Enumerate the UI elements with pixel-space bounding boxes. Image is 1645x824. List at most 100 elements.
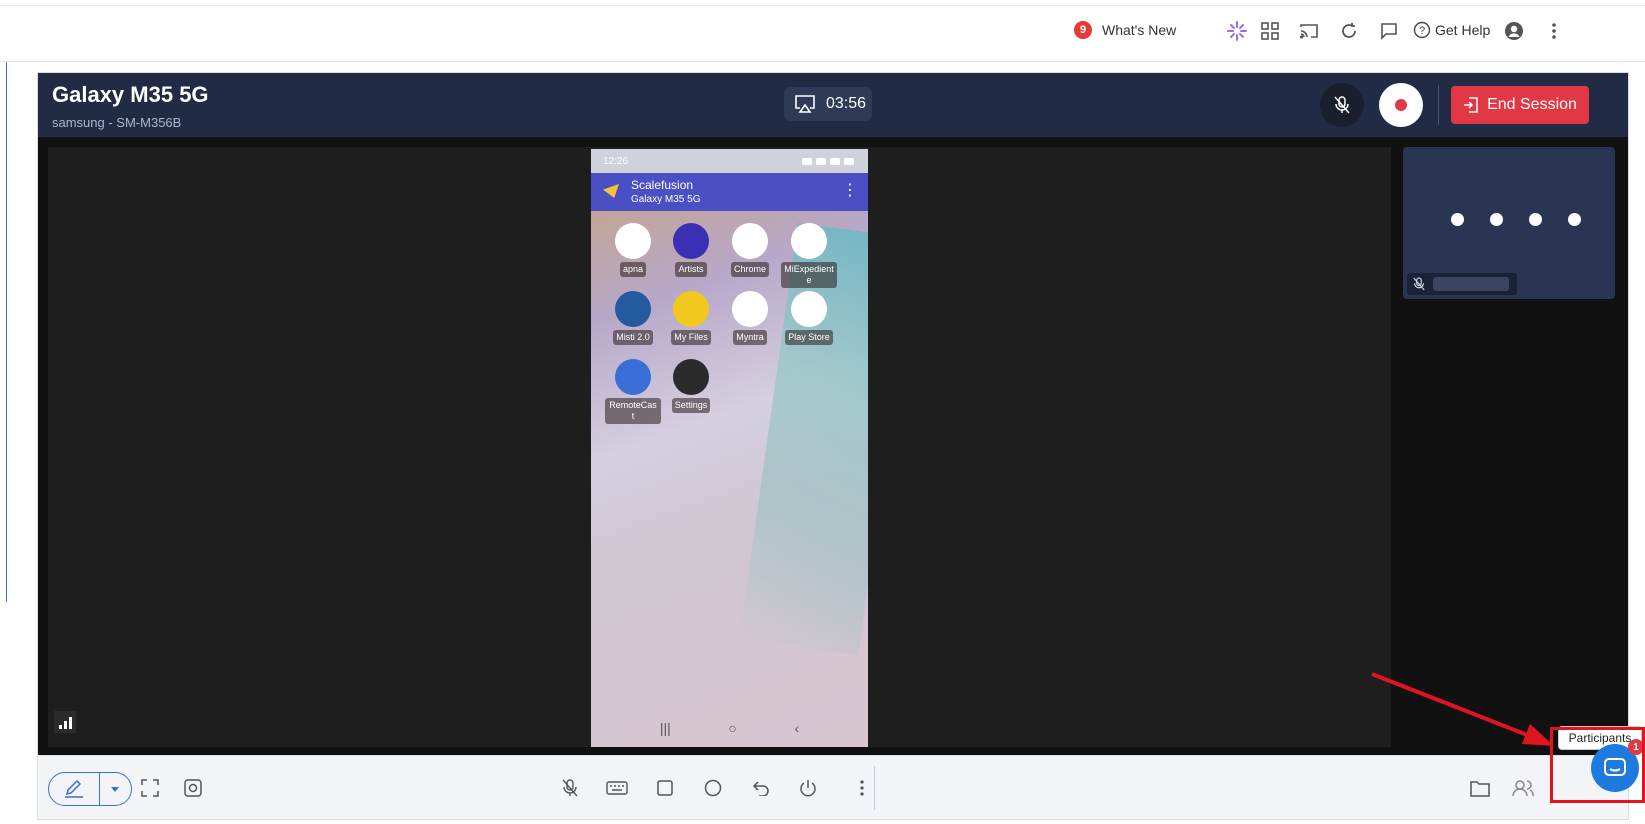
pen-icon (64, 780, 83, 798)
app-icon-settings[interactable]: Settings (663, 359, 719, 413)
more-vertical-icon[interactable] (1543, 20, 1565, 42)
cast-icon[interactable] (1298, 20, 1320, 42)
session-toolbar (38, 755, 1628, 819)
annotation-tool-group (48, 772, 132, 806)
mute-microphone-button[interactable] (1320, 83, 1364, 127)
myntra-icon (732, 291, 768, 327)
back-icon[interactable]: ‹ (794, 720, 799, 736)
app-icon-miexpediente[interactable]: MiExpediente (781, 223, 837, 288)
app-icon-play-store[interactable]: Play Store (781, 291, 837, 345)
app-icon-my-files[interactable]: My Files (663, 291, 719, 345)
recents-icon[interactable]: ||| (660, 720, 671, 736)
session-header: Galaxy M35 5G samsung - SM-M356B 03:56 E… (38, 73, 1628, 137)
keyboard-icon (606, 781, 628, 795)
app-label: MiExpediente (781, 262, 837, 288)
phone-app-subtitle: Galaxy M35 5G (631, 194, 701, 205)
fullscreen-button[interactable] (138, 776, 162, 800)
app-icon-artists[interactable]: Artists (663, 223, 719, 277)
app-label: Chrome (730, 262, 769, 277)
app-label: Myntra (733, 330, 767, 345)
apps-grid-icon[interactable] (1259, 20, 1281, 42)
exit-icon (1464, 97, 1478, 113)
top-bar: 9 What's New ? Get Help (0, 0, 1645, 62)
phone-nav-bar: ||| ○ ‹ (591, 709, 868, 747)
svg-text:?: ? (1419, 25, 1425, 37)
end-session-button[interactable]: End Session (1451, 86, 1589, 124)
chat-icon[interactable] (1378, 20, 1400, 42)
camera-icon (184, 779, 202, 797)
app-icon-chrome[interactable]: Chrome (722, 223, 778, 277)
device-mic-button[interactable] (558, 776, 582, 800)
device-screen[interactable]: 12:26 Scalefusion Galaxy M35 5G ⋮ apna Ar… (591, 149, 868, 747)
app-icon-apna[interactable]: apna (605, 223, 661, 277)
back-button[interactable] (749, 776, 773, 800)
undo-arrow-icon (752, 781, 769, 796)
phone-app-bar: Scalefusion Galaxy M35 5G ⋮ (591, 173, 868, 211)
app-label: Artists (675, 262, 707, 277)
caja-icon (791, 223, 827, 259)
record-button[interactable] (1379, 83, 1423, 127)
home-button[interactable] (701, 776, 725, 800)
status-icons (802, 157, 854, 165)
mic-off-icon (562, 779, 578, 797)
device-stream-area[interactable]: 12:26 Scalefusion Galaxy M35 5G ⋮ apna Ar… (48, 147, 1391, 747)
whats-new-label: What's New (1102, 22, 1177, 38)
participant-nametag (1407, 273, 1517, 295)
participant-name-redacted (1433, 277, 1509, 291)
remotecast-icon (615, 359, 651, 395)
play-store-icon (791, 291, 827, 327)
annotation-arrow-icon (1371, 672, 1554, 746)
chrome-icon (732, 223, 768, 259)
square-icon (657, 780, 673, 796)
app-icon-myntra[interactable]: Myntra (722, 291, 778, 345)
device-model: samsung - SM-M356B (52, 115, 182, 130)
user-account-icon[interactable] (1503, 20, 1525, 42)
power-icon (800, 780, 816, 797)
folder-icon (1470, 781, 1490, 797)
mic-off-icon (1413, 277, 1425, 291)
file-transfer-button[interactable] (1468, 776, 1492, 800)
participants-icon (1512, 780, 1534, 797)
app-label: My Files (671, 330, 711, 345)
spotify-icon (673, 223, 709, 259)
help-icon: ? (1413, 21, 1431, 39)
get-help-label: Get Help (1435, 22, 1491, 38)
toolbar-divider (874, 766, 875, 810)
signal-strength-icon (54, 711, 76, 733)
app-label: Misti 2.0 (613, 330, 653, 345)
whats-new-badge: 9 (1074, 21, 1092, 39)
pen-options-dropdown[interactable] (100, 773, 131, 805)
app-icon-misti-2-0[interactable]: Misti 2.0 (605, 291, 661, 345)
scalefusion-logo-icon (603, 184, 619, 198)
phone-more-icon[interactable]: ⋮ (842, 183, 858, 199)
highlight-box (1550, 727, 1645, 803)
screenshot-button[interactable] (181, 776, 205, 800)
more-options-button[interactable] (850, 776, 874, 800)
session-timer: 03:56 (784, 87, 872, 121)
power-button[interactable] (796, 776, 820, 800)
get-help-link[interactable]: ? Get Help (1413, 21, 1490, 39)
sparkle-icon[interactable] (1226, 20, 1248, 42)
refresh-icon[interactable] (1338, 20, 1360, 42)
timer-value: 03:56 (826, 95, 867, 112)
whats-new-link[interactable]: 9 What's New (1074, 21, 1176, 39)
mic-off-icon (1334, 96, 1350, 114)
folder-icon (673, 291, 709, 327)
end-session-label: End Session (1487, 96, 1577, 113)
misti-icon (615, 291, 651, 327)
settings-icon (673, 359, 709, 395)
app-icon-remotecast[interactable]: RemoteCast (605, 359, 661, 424)
phone-status-bar: 12:26 (591, 149, 868, 173)
pen-tool-button[interactable] (49, 773, 100, 805)
chevron-down-icon (111, 786, 120, 792)
keyboard-button[interactable] (605, 776, 629, 800)
phone-status-time: 12:26 (603, 155, 629, 167)
more-vertical-icon (860, 780, 864, 796)
top-divider (0, 5, 1645, 6)
fullscreen-icon (141, 779, 159, 797)
participants-button[interactable] (1511, 776, 1535, 800)
recent-apps-button[interactable] (653, 776, 677, 800)
app-label: RemoteCast (605, 398, 661, 424)
home-icon[interactable]: ○ (728, 720, 736, 736)
phone-app-title: Scalefusion (631, 178, 694, 192)
